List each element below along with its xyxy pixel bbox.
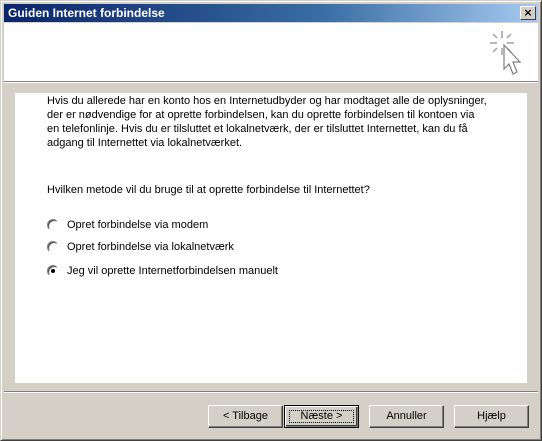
close-button[interactable]: ×: [520, 6, 536, 20]
option-label: Jeg vil oprette Internetforbindelsen man…: [67, 265, 278, 277]
wizard-content: Hvis du allerede har en konto hos en Int…: [15, 93, 527, 383]
wizard-header: [4, 23, 538, 82]
window-title: Guiden Internet forbindelse: [8, 6, 165, 20]
wizard-window: Guiden Internet forbindelse × Hvis du al…: [0, 0, 542, 441]
help-button[interactable]: Hjælp: [454, 405, 529, 428]
option-label: Opret forbindelse via modem: [67, 219, 209, 231]
button-separator: [4, 391, 538, 393]
header-separator: [4, 82, 538, 83]
cancel-button[interactable]: Annuller: [369, 405, 444, 428]
option-lan[interactable]: Opret forbindelse via lokalnetværk: [47, 239, 234, 255]
radio-button-selected[interactable]: [47, 265, 59, 277]
wizard-cursor-icon: [490, 31, 522, 75]
radio-button[interactable]: [47, 219, 59, 231]
intro-text: Hvis du allerede har en konto hos en Int…: [47, 95, 487, 149]
option-manual[interactable]: Jeg vil oprette Internetforbindelsen man…: [47, 263, 278, 279]
option-modem[interactable]: Opret forbindelse via modem: [47, 217, 208, 233]
question-text: Hvilken metode vil du bruge til at opret…: [47, 184, 370, 196]
focus-rect: [289, 410, 354, 423]
radio-button[interactable]: [47, 241, 59, 253]
back-button[interactable]: < Tilbage: [208, 405, 283, 428]
option-label: Opret forbindelse via lokalnetværk: [67, 241, 234, 253]
title-bar[interactable]: Guiden Internet forbindelse ×: [4, 4, 538, 22]
next-button[interactable]: Næste >: [284, 405, 359, 428]
